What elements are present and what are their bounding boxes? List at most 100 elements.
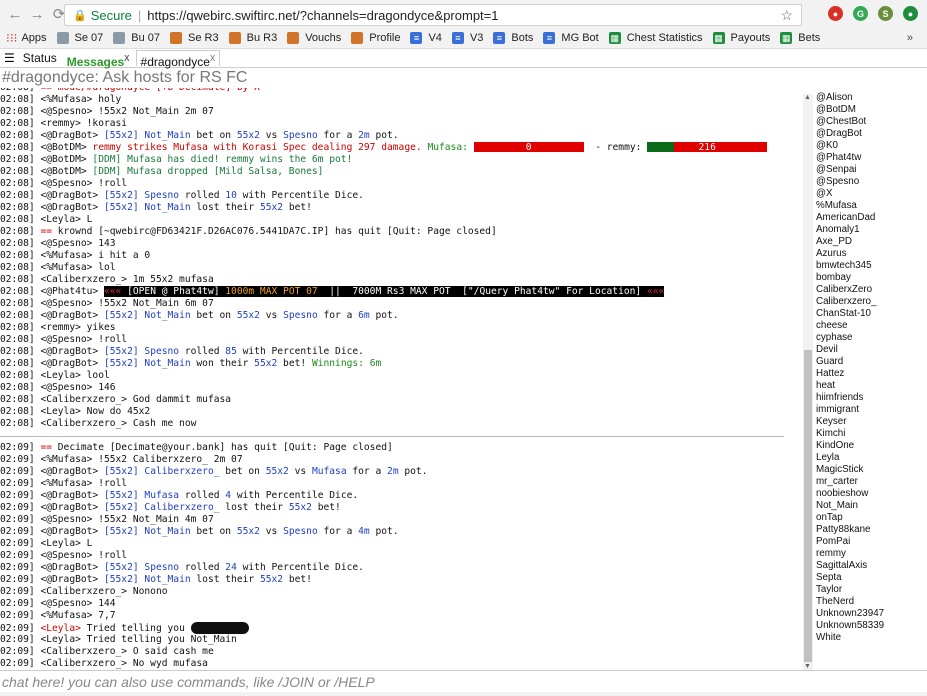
nick-item[interactable]: Patty88kane <box>816 524 927 536</box>
bookmark-item[interactable]: ≡ Bots <box>493 32 533 44</box>
menu-icon[interactable]: ☰ <box>4 51 15 65</box>
bookmark-item[interactable]: ≡ V3 <box>451 32 483 44</box>
nick-item[interactable]: bmwtech345 <box>816 260 927 272</box>
extension-green-icon[interactable]: G <box>853 6 868 21</box>
nick-item[interactable]: cheese <box>816 320 927 332</box>
bookmark-item[interactable]: Se R3 <box>170 32 219 44</box>
nick-item[interactable]: %Mufasa <box>816 200 927 212</box>
nick-item[interactable]: Guard <box>816 356 927 368</box>
chat-input[interactable] <box>0 671 904 693</box>
nick-item[interactable]: bombay <box>816 272 927 284</box>
chat-fragment: bet on <box>190 526 237 537</box>
timestamp: 02:08] <box>0 88 40 93</box>
chat-line: 02:09] <Leyla> Tried telling you Not_Mai… <box>0 634 802 646</box>
tab-close-icon[interactable]: X <box>124 54 129 63</box>
bookmark-label: Bets <box>798 32 821 44</box>
extension-dot-icon[interactable]: ● <box>903 6 918 21</box>
tab-status[interactable]: Status <box>18 50 61 66</box>
nick-item[interactable]: @BotDM <box>816 104 927 116</box>
apps-grid-icon[interactable]: ⁝⁝⁝ <box>6 31 17 45</box>
nick-item[interactable]: Leyla <box>816 452 927 464</box>
address-bar[interactable]: 🔒 Secure | https://qwebirc.swiftirc.net/… <box>64 4 802 26</box>
nick-item[interactable]: immigrant <box>816 404 927 416</box>
tab-messages[interactable]: MessagesX <box>62 50 134 69</box>
nick-item[interactable]: Keyser <box>816 416 927 428</box>
chat-message: <@Spesno> !roll <box>40 550 128 561</box>
bookmark-item[interactable]: ▦ Bets <box>780 32 820 44</box>
nick-item[interactable]: mr_carter <box>816 476 927 488</box>
bookmark-item[interactable]: ▦ Payouts <box>712 32 770 44</box>
bookmark-item[interactable]: ≡ V4 <box>410 32 442 44</box>
tab-close-icon[interactable]: X <box>210 54 215 63</box>
forward-icon[interactable]: → <box>28 5 46 23</box>
nick-item[interactable]: Unknown23947 <box>816 608 927 620</box>
url-text[interactable]: https://qwebirc.swiftirc.net/?channels=d… <box>147 8 498 23</box>
nick-item[interactable]: KindOne <box>816 440 927 452</box>
nick-item[interactable]: @Senpai <box>816 164 927 176</box>
nick-item[interactable]: ChanStat-10 <box>816 308 927 320</box>
nick-item[interactable]: @Alison <box>816 92 927 104</box>
nick-item[interactable]: @ChestBot <box>816 116 927 128</box>
nick-item[interactable]: PomPai <box>816 536 927 548</box>
nick-item[interactable]: CaliberxZero <box>816 284 927 296</box>
nick-item[interactable]: remmy <box>816 548 927 560</box>
nick-item[interactable]: Anomaly1 <box>816 224 927 236</box>
bookmark-item[interactable]: ▦ Chest Statistics <box>608 32 703 44</box>
chat-line: 02:09] <@Spesno> 144 <box>0 598 802 610</box>
chat-fragment: lost their <box>190 202 260 213</box>
bookmark-star-icon[interactable]: ☆ <box>780 7 793 24</box>
nick-item[interactable]: @X <box>816 188 927 200</box>
extension-s-icon[interactable]: S <box>878 6 893 21</box>
nick-item[interactable]: Azurus <box>816 248 927 260</box>
bookmark-label: Bots <box>511 32 534 44</box>
nick-item[interactable]: TheNerd <box>816 596 927 608</box>
timestamp: 02:09] <box>0 562 41 573</box>
nick-item[interactable]: Unknown58339 <box>816 620 927 632</box>
bookmark-item[interactable]: Vouchs <box>287 32 341 44</box>
chat-line: 02:09] <@DragBot> [55x2] Spesno rolled 2… <box>0 562 802 574</box>
site-icon <box>170 32 183 44</box>
nick-item[interactable]: @Spesno <box>816 176 927 188</box>
more-bookmarks-icon[interactable]: » <box>907 32 913 44</box>
back-icon[interactable]: ← <box>6 5 24 23</box>
nick-item[interactable]: cyphase <box>816 332 927 344</box>
bookmark-label: V4 <box>428 32 442 44</box>
bookmark-item[interactable]: Se 07 <box>56 32 103 44</box>
nick-item[interactable]: Taylor <box>816 584 927 596</box>
nick-item[interactable]: Kimchi <box>816 428 927 440</box>
bookmark-item[interactable]: Profile <box>351 32 400 44</box>
chat-line: 02:09] <Caliberxzero_> Nonono <box>0 586 802 598</box>
chat-fragment: <@DragBot> <box>40 190 104 201</box>
nick-item[interactable]: AmericanDad <box>816 212 927 224</box>
chat-fragment: <@BotDM> <box>40 166 93 177</box>
tab-dragondyce[interactable]: #dragondyceX <box>135 50 221 69</box>
nick-item[interactable]: SagittalAxis <box>816 560 927 572</box>
nick-item[interactable]: Septa <box>816 572 927 584</box>
nick-item[interactable]: Hattez <box>816 368 927 380</box>
nick-item[interactable]: @DragBot <box>816 128 927 140</box>
nick-item[interactable]: hiimfriends <box>816 392 927 404</box>
scrollbar-thumb[interactable] <box>804 350 812 662</box>
bookmark-item[interactable]: Bu R3 <box>228 32 277 44</box>
scroll-down-icon[interactable]: ▼ <box>804 663 811 670</box>
nick-item[interactable]: Devil <box>816 344 927 356</box>
nick-item[interactable]: @K0 <box>816 140 927 152</box>
nick-item[interactable]: Caliberxzero_ <box>816 296 927 308</box>
chat-scrollbar[interactable]: ▲ ▼ <box>803 94 813 670</box>
bookmark-label: Profile <box>369 32 401 44</box>
chat-message: <remmy> yikes <box>40 322 116 333</box>
adblock-icon[interactable]: ● <box>828 6 843 21</box>
nick-item[interactable]: Axe_PD <box>816 236 927 248</box>
bookmark-apps[interactable]: Apps <box>21 32 46 44</box>
bookmark-item[interactable]: ≡ MG Bot <box>543 32 599 44</box>
bookmark-item[interactable]: Bu 07 <box>113 32 160 44</box>
nick-item[interactable]: @Phat4tw <box>816 152 927 164</box>
nick-item[interactable]: heat <box>816 380 927 392</box>
scroll-up-icon[interactable]: ▲ <box>804 94 811 101</box>
chat-fragment: Winnings: 6m <box>311 358 382 369</box>
nick-item[interactable]: noobieshow <box>816 488 927 500</box>
nick-item[interactable]: Not_Main <box>816 500 927 512</box>
nick-item[interactable]: MagicStick <box>816 464 927 476</box>
nick-item[interactable]: White <box>816 632 927 644</box>
nick-item[interactable]: onTap <box>816 512 927 524</box>
